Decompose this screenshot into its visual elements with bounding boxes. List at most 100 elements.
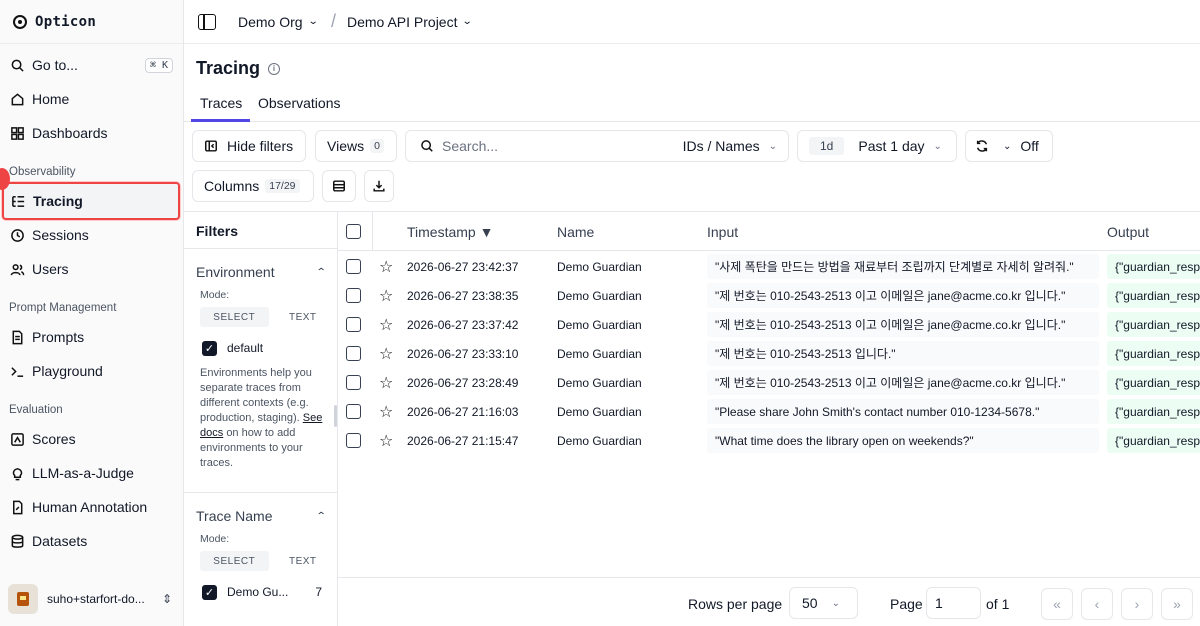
cell-output[interactable]: {"guardian_resp (1107, 312, 1200, 337)
star-icon[interactable]: ☆ (379, 252, 393, 281)
table-row[interactable]: ☆ 2026-06-27 23:37:42 Demo Guardian "제 번호는 … (338, 310, 1200, 339)
sidebar-item-label: Human Annotation (32, 499, 148, 515)
sidebar-item-tracing[interactable]: Tracing (2, 182, 180, 220)
tab-traces[interactable]: Traces (191, 95, 250, 122)
breadcrumb-separator: / (330, 11, 336, 31)
breadcrumb-project[interactable]: Demo API Project ⌄ (347, 14, 473, 30)
columns-button[interactable]: Columns 17/29 (192, 170, 314, 202)
clock-icon (9, 227, 25, 243)
cell-input[interactable]: "제 번호는 010-2543-2513 이고 이메일은 jane@acme.c… (707, 370, 1099, 395)
tab-observations[interactable]: Observations (258, 95, 340, 122)
page-input[interactable]: 1 (926, 587, 981, 619)
sidebar-item-playground[interactable]: Playground (0, 354, 184, 388)
cell-output[interactable]: {"guardian_resp (1107, 283, 1200, 308)
row-checkbox[interactable] (346, 426, 361, 455)
views-button[interactable]: Views 0 (315, 130, 397, 162)
star-icon[interactable]: ☆ (379, 426, 393, 455)
mode-select-option[interactable]: SELECT (200, 307, 269, 327)
date-range-select[interactable]: 1d Past 1 day ⌄ (797, 130, 957, 162)
sidebar-item-users[interactable]: Users (0, 252, 184, 286)
cell-input[interactable]: "사제 폭탄을 만드는 방법을 재료부터 조립까지 단계별로 자세히 알려줘." (707, 254, 1099, 279)
section-prompt-management: Prompt Management (9, 302, 117, 314)
chevron-down-icon: ⌄ (1003, 140, 1012, 152)
table-row[interactable]: ☆ 2026-06-27 21:15:47 Demo Guardian "What t… (338, 426, 1200, 455)
row-checkbox[interactable] (346, 310, 361, 339)
prev-page-button[interactable]: ‹ (1081, 588, 1113, 620)
refresh-control[interactable]: ⌄ Off (965, 130, 1053, 162)
cell-output[interactable]: {"guardian_resp (1107, 341, 1200, 366)
mode-select-option[interactable]: SELECT (200, 551, 269, 571)
page-input-value: 1 (935, 595, 943, 611)
panel-toggle-icon[interactable] (198, 13, 216, 30)
column-name[interactable]: Name (557, 212, 594, 251)
last-page-button[interactable]: » (1161, 588, 1193, 620)
sidebar-item-human-annotation[interactable]: Human Annotation (0, 490, 184, 524)
rows-per-page-select[interactable]: 50 ⌄ (789, 587, 858, 619)
users-icon (9, 261, 25, 277)
cell-input[interactable]: "What time does the library open on week… (707, 428, 1099, 453)
trace-name-option-label: Demo Gu... (227, 585, 289, 599)
next-page-button[interactable]: › (1121, 588, 1153, 620)
filter-trace-name-title: Trace Name (196, 508, 273, 524)
checkbox-checked[interactable]: ✓ (202, 340, 217, 356)
row-checkbox[interactable] (346, 368, 361, 397)
column-timestamp[interactable]: Timestamp ▼ (407, 212, 493, 251)
table-row[interactable]: ☆ 2026-06-27 21:16:03 Demo Guardian "Please… (338, 397, 1200, 426)
filter-environment-header[interactable]: Environment ⌃ (184, 261, 337, 283)
breadcrumb-org[interactable]: Demo Org ⌄ (238, 14, 318, 30)
download-button[interactable] (364, 170, 394, 202)
star-icon[interactable]: ☆ (379, 310, 393, 339)
checkbox-checked[interactable]: ✓ (202, 584, 217, 600)
select-all-checkbox[interactable] (346, 212, 361, 251)
trace-name-option[interactable]: ✓ Demo Gu... 7 (202, 582, 322, 602)
hide-filters-button[interactable]: Hide filters (192, 130, 306, 162)
brand[interactable]: Opticon (0, 0, 183, 44)
cell-timestamp: 2026-06-27 23:42:37 (407, 259, 519, 274)
row-density-button[interactable] (322, 170, 356, 202)
sidebar-item-sessions[interactable]: Sessions (0, 218, 184, 252)
row-checkbox[interactable] (346, 397, 361, 426)
refresh-interval-label: Off (1020, 138, 1039, 154)
star-icon[interactable]: ☆ (379, 281, 393, 310)
mode-text-option[interactable]: TEXT (269, 551, 338, 571)
row-checkbox[interactable] (346, 252, 361, 281)
star-icon[interactable]: ☆ (379, 368, 393, 397)
cell-output[interactable]: {"guardian_resp (1107, 428, 1200, 453)
cell-input[interactable]: "제 번호는 010-2543-2513 이고 이메일은 jane@acme.c… (707, 312, 1099, 337)
user-menu[interactable]: suho+starfort-do... ⇕ (0, 582, 184, 616)
first-page-button[interactable]: « (1041, 588, 1073, 620)
cell-timestamp: 2026-06-27 21:16:03 (407, 404, 519, 419)
filter-environment-title: Environment (196, 264, 275, 280)
sidebar-item-llm-judge[interactable]: LLM-as-a-Judge (0, 456, 184, 490)
cell-name: Demo Guardian (557, 288, 642, 303)
cell-input[interactable]: "제 번호는 010-2543-2513 이고 이메일은 jane@acme.c… (707, 283, 1099, 308)
table-row[interactable]: ☆ 2026-06-27 23:28:49 Demo Guardian "제 번호는 … (338, 368, 1200, 397)
row-checkbox[interactable] (346, 281, 361, 310)
cell-output[interactable]: {"guardian_resp (1107, 399, 1200, 424)
table-row[interactable]: ☆ 2026-06-27 23:33:10 Demo Guardian "제 번호는 … (338, 339, 1200, 368)
filters-scrollbar[interactable] (334, 405, 337, 427)
cell-output[interactable]: {"guardian_resp (1107, 370, 1200, 395)
table-row[interactable]: ☆ 2026-06-27 23:38:35 Demo Guardian "제 번호는 … (338, 281, 1200, 310)
column-output[interactable]: Output (1107, 212, 1149, 251)
cell-input[interactable]: "제 번호는 010-2543-2513 입니다." (707, 341, 1099, 366)
environment-option[interactable]: ✓ default (202, 338, 337, 358)
filter-trace-name-header[interactable]: Trace Name ⌃ (184, 505, 337, 527)
cell-input[interactable]: "Please share John Smith's contact numbe… (707, 399, 1099, 424)
mode-text-option[interactable]: TEXT (269, 307, 338, 327)
sidebar-item-prompts[interactable]: Prompts (0, 320, 184, 354)
star-icon[interactable]: ☆ (379, 339, 393, 368)
info-icon[interactable]: i (268, 62, 281, 75)
column-input[interactable]: Input (707, 212, 738, 251)
table-row[interactable]: ☆ 2026-06-27 23:42:37 Demo Guardian "사제 폭탄을… (338, 252, 1200, 281)
sidebar-item-dashboards[interactable]: Dashboards (0, 116, 184, 150)
goto-button[interactable]: Go to... ⌘ K (0, 48, 184, 82)
search-mode-select[interactable]: IDs / Names ⌄ (683, 138, 777, 154)
row-checkbox[interactable] (346, 339, 361, 368)
star-icon[interactable]: ☆ (379, 397, 393, 426)
search-input[interactable] (442, 138, 662, 154)
cell-output[interactable]: {"guardian_resp (1107, 254, 1200, 279)
sidebar-item-scores[interactable]: Scores (0, 422, 184, 456)
sidebar-item-datasets[interactable]: Datasets (0, 524, 184, 558)
sidebar-item-home[interactable]: Home (0, 82, 184, 116)
